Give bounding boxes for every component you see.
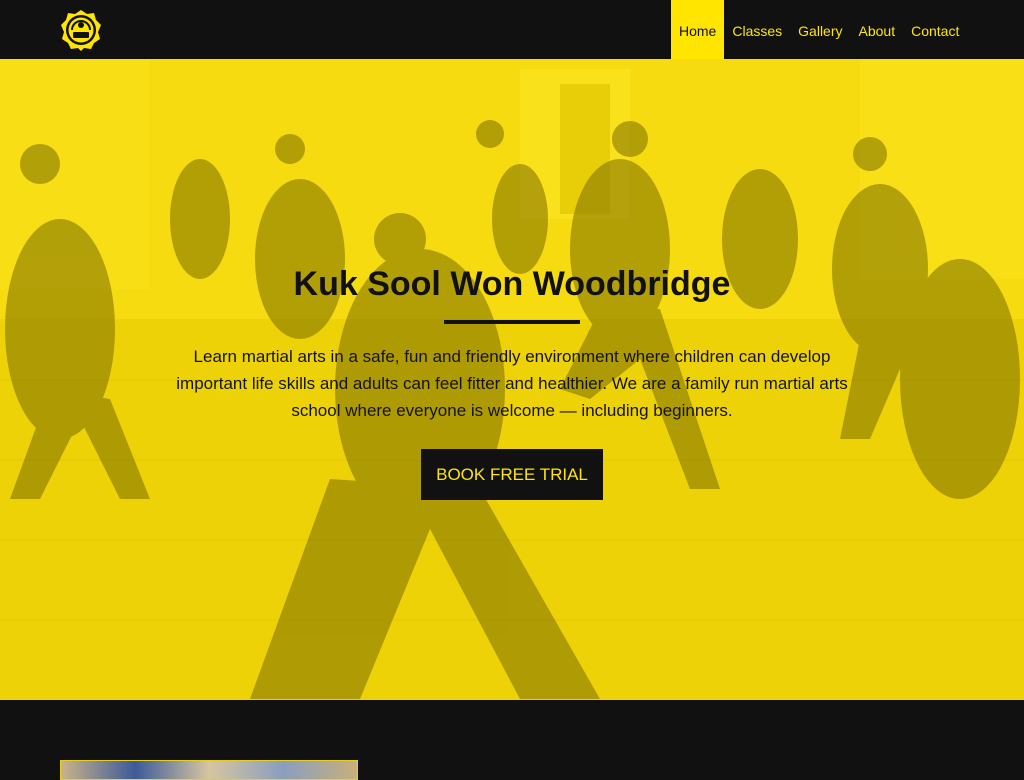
site-header: Home Classes Gallery About Contact xyxy=(0,0,1024,59)
nav-about[interactable]: About xyxy=(851,0,904,59)
hero-section: Kuk Sool Won Woodbridge Learn martial ar… xyxy=(0,59,1024,700)
nav-home[interactable]: Home xyxy=(671,0,725,59)
logo-emblem-icon[interactable] xyxy=(59,8,103,52)
hero-title: Kuk Sool Won Woodbridge xyxy=(293,265,731,303)
class-photo-thumbnail[interactable] xyxy=(60,760,358,780)
hero-description: Learn martial arts in a safe, fun and fr… xyxy=(176,347,848,420)
main-nav: Home Classes Gallery About Contact xyxy=(671,0,967,59)
content-section xyxy=(0,700,1024,780)
title-divider xyxy=(444,320,580,324)
nav-gallery[interactable]: Gallery xyxy=(790,0,850,59)
nav-classes[interactable]: Classes xyxy=(724,0,790,59)
book-free-trial-button[interactable]: BOOK FREE TRIAL xyxy=(421,449,603,500)
nav-contact[interactable]: Contact xyxy=(903,0,967,59)
